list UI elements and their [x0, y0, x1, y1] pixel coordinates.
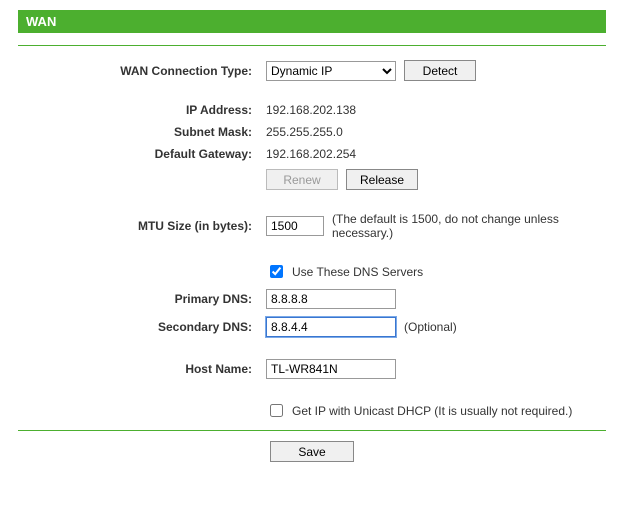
label-mtu-size: MTU Size (in bytes):	[18, 219, 266, 233]
label-default-gateway: Default Gateway:	[18, 147, 266, 161]
divider-bottom	[18, 430, 606, 431]
hint-mtu: (The default is 1500, do not change unle…	[332, 212, 606, 240]
row-mtu-size: MTU Size (in bytes): (The default is 150…	[18, 212, 606, 240]
row-default-gateway: Default Gateway: 192.168.202.254	[18, 147, 606, 161]
value-subnet-mask: 255.255.255.0	[266, 125, 343, 139]
label-use-dns: Use These DNS Servers	[292, 265, 423, 279]
use-dns-checkbox[interactable]	[270, 265, 283, 278]
hint-secondary-optional: (Optional)	[404, 320, 457, 334]
page-header: WAN	[18, 10, 606, 33]
page-title: WAN	[26, 14, 56, 29]
value-default-gateway: 192.168.202.254	[266, 147, 356, 161]
row-host-name: Host Name:	[18, 359, 606, 379]
row-ip-address: IP Address: 192.168.202.138	[18, 103, 606, 117]
release-button[interactable]: Release	[346, 169, 418, 190]
wan-settings-form: WAN Connection Type: Dynamic IP Detect I…	[18, 45, 606, 462]
mtu-size-input[interactable]	[266, 216, 324, 236]
row-subnet-mask: Subnet Mask: 255.255.255.0	[18, 125, 606, 139]
value-ip-address: 192.168.202.138	[266, 103, 356, 117]
secondary-dns-input[interactable]	[266, 317, 396, 337]
row-save: Save	[18, 441, 606, 462]
detect-button[interactable]: Detect	[404, 60, 476, 81]
row-secondary-dns: Secondary DNS: (Optional)	[18, 317, 606, 337]
label-primary-dns: Primary DNS:	[18, 292, 266, 306]
host-name-input[interactable]	[266, 359, 396, 379]
row-use-dns: Use These DNS Servers	[18, 262, 606, 281]
row-connection-type: WAN Connection Type: Dynamic IP Detect	[18, 60, 606, 81]
row-renew-release: Renew Release	[18, 169, 606, 190]
divider-top	[18, 45, 606, 46]
primary-dns-input[interactable]	[266, 289, 396, 309]
label-host-name: Host Name:	[18, 362, 266, 376]
row-unicast-dhcp: Get IP with Unicast DHCP (It is usually …	[18, 401, 606, 420]
label-connection-type: WAN Connection Type:	[18, 64, 266, 78]
label-subnet-mask: Subnet Mask:	[18, 125, 266, 139]
label-unicast-dhcp: Get IP with Unicast DHCP (It is usually …	[292, 404, 572, 418]
save-button[interactable]: Save	[270, 441, 354, 462]
connection-type-select[interactable]: Dynamic IP	[266, 61, 396, 81]
label-ip-address: IP Address:	[18, 103, 266, 117]
renew-button[interactable]: Renew	[266, 169, 338, 190]
unicast-dhcp-checkbox[interactable]	[270, 404, 283, 417]
label-secondary-dns: Secondary DNS:	[18, 320, 266, 334]
row-primary-dns: Primary DNS:	[18, 289, 606, 309]
